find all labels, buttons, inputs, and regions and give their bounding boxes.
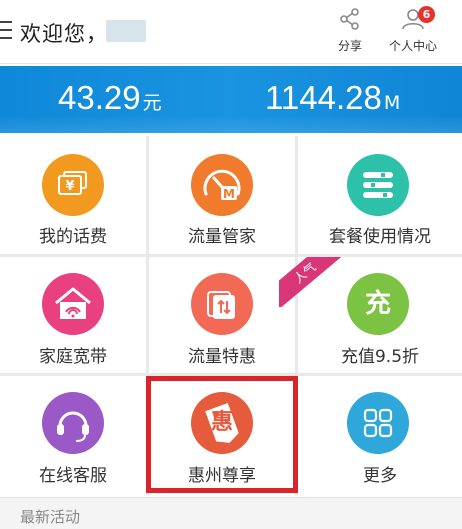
share-button[interactable]: 分享 [328,8,372,58]
grid-item-label: 套餐使用情况 [329,227,431,247]
huizhou-glyph: 惠 [210,410,233,435]
grid-item-label: 更多 [363,466,397,486]
transfer-card-icon [191,273,253,335]
personal-center-button[interactable]: 6 个人中心 [380,6,446,58]
latest-activity-label: 最新活动 [20,508,81,526]
balance-value: 43.29 [58,79,141,116]
service-grid: ¥ 我的话费 M 流量管家 套餐使用情况 家庭宽带 流量特惠 充 充值9.5折 … [0,136,462,495]
share-icon [340,8,359,30]
grid-item-huizhou-exclusive[interactable]: 惠 惠州尊享 [149,376,295,495]
more-grid-icon [347,392,409,454]
speedometer-icon: M [191,154,253,216]
grid-item-label: 我的话费 [39,227,107,247]
huizhou-tag-icon: 惠 [191,392,253,454]
grid-item-data-deals[interactable]: 流量特惠 [149,257,295,373]
popular-ribbon: 人气 [279,257,349,307]
popular-ribbon-label: 人气 [279,257,348,307]
grid-item-label: 充值9.5折 [340,347,420,367]
username-blurred [106,20,146,42]
grid-item-label: 流量特惠 [188,347,256,367]
account-summary-banner: 43.29 元 1144.28 M [0,66,462,133]
grid-item-more[interactable]: 更多 [298,376,462,495]
recharge-icon: 充 [347,273,409,335]
grid-item-label: 在线客服 [39,466,107,486]
data-unit: M [383,92,401,114]
grid-item-my-bill[interactable]: ¥ 我的话费 [0,136,146,254]
latest-activity-section[interactable]: 最新活动 [0,497,462,529]
yuan-cards-icon: ¥ [42,154,104,216]
grid-item-label: 家庭宽带 [39,347,107,367]
share-label: 分享 [337,39,362,53]
grid-item-label: 流量管家 [188,227,256,247]
grid-item-label: 惠州尊享 [188,466,256,486]
svg-text:¥: ¥ [65,179,74,194]
menu-icon[interactable] [0,21,12,41]
headset-icon [42,392,104,454]
data-remaining-display[interactable]: 1144.28 M [265,79,400,117]
notification-badge: 6 [418,6,435,23]
greeting-text: 欢迎您， [20,22,108,46]
usage-bars-icon [347,154,409,216]
recharge-glyph: 充 [364,289,391,319]
home-wifi-icon [42,273,104,335]
top-header: 欢迎您， 分享 6 个人中心 [0,0,462,64]
grid-item-home-broadband[interactable]: 家庭宽带 [0,257,146,373]
data-value: 1144.28 [265,79,382,116]
grid-item-data-manager[interactable]: M 流量管家 [149,136,295,254]
balance-unit: 元 [142,92,162,114]
grid-item-online-service[interactable]: 在线客服 [0,376,146,495]
svg-text:M: M [223,187,235,201]
grid-item-plan-usage[interactable]: 套餐使用情况 [298,136,462,254]
balance-display[interactable]: 43.29 元 [58,79,162,117]
personal-center-label: 个人中心 [388,39,437,53]
